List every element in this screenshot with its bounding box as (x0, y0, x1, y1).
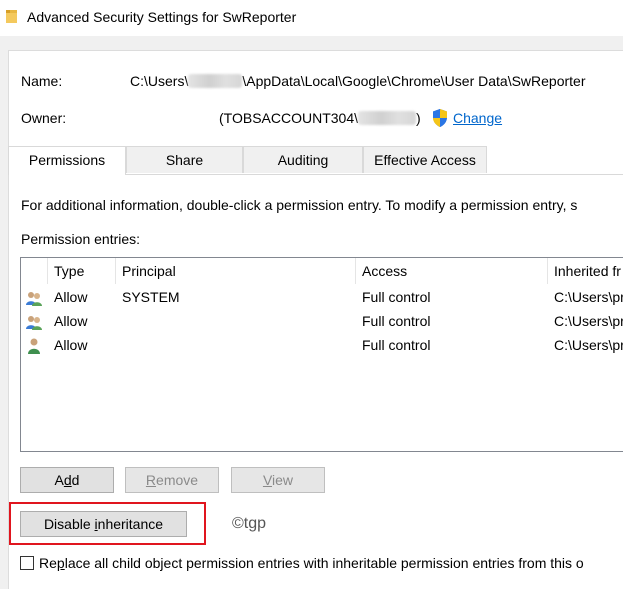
tab-auditing[interactable]: Auditing (243, 146, 363, 173)
remove-label-post: emove (156, 472, 199, 488)
name-value: C:\Users\ \AppData\Local\Google\Chrome\Us… (130, 73, 586, 89)
view-access-key: V (262, 472, 273, 488)
group-users-icon (26, 292, 42, 306)
window-title: Advanced Security Settings for SwReporte… (27, 9, 297, 25)
view-label-post: iew (272, 472, 294, 488)
column-header-access[interactable]: Access (356, 258, 548, 284)
info-text: For additional information, double-click… (21, 197, 578, 213)
replace-label-pre: Re (39, 555, 57, 571)
replace-child-permissions-label[interactable]: Replace all child object permission entr… (39, 555, 584, 571)
column-header-type[interactable]: Type (48, 258, 116, 284)
disable-inheritance-button[interactable]: Disable inheritance (20, 511, 187, 537)
entry-access: Full control (362, 289, 431, 305)
column-header-principal[interactable]: Principal (116, 258, 356, 284)
folder-icon (6, 10, 17, 23)
owner-value-prefix: (TOBSACCOUNT304\ (219, 110, 358, 126)
tab-permissions[interactable]: Permissions (8, 146, 126, 175)
name-path-prefix: C:\Users\ (130, 73, 189, 89)
change-owner-link[interactable]: Change (453, 110, 502, 126)
uac-shield-icon (433, 109, 447, 127)
owner-label: Owner: (21, 110, 67, 126)
name-label: Name: (21, 73, 63, 89)
group-users-icon (26, 316, 42, 330)
column-header-inherited-from[interactable]: Inherited fr (548, 258, 623, 284)
view-button[interactable]: View (231, 467, 325, 493)
tab-share[interactable]: Share (126, 146, 243, 173)
entry-type: Allow (54, 337, 88, 353)
entry-type: Allow (54, 289, 88, 305)
permission-entries-label: Permission entries: (21, 231, 141, 247)
single-user-icon (28, 338, 40, 354)
disable-label-pre: Disable (43, 516, 95, 532)
owner-value: (TOBSACCOUNT304\) (219, 110, 421, 126)
replace-child-permissions-checkbox[interactable] (20, 556, 34, 570)
add-label-post: d (71, 472, 80, 488)
table-row[interactable]: Allow Full control C:\Users\pr (21, 334, 623, 358)
remove-access-key: R (145, 472, 157, 488)
table-row[interactable]: Allow Full control C:\Users\pr (21, 310, 623, 334)
entry-inherited: C:\Users\pr (554, 337, 623, 353)
remove-button[interactable]: Remove (125, 467, 219, 493)
watermark: ©tgp (232, 515, 267, 532)
redacted-owner (358, 111, 416, 125)
add-label-pre: A (54, 472, 64, 488)
owner-value-suffix: ) (416, 110, 421, 126)
add-button[interactable]: Add (20, 467, 114, 493)
redacted-username (188, 74, 243, 88)
replace-access-key: p (56, 555, 65, 571)
entry-principal: SYSTEM (122, 289, 180, 305)
name-path-suffix: \AppData\Local\Google\Chrome\User Data\S… (242, 73, 586, 89)
column-header-icon (21, 258, 48, 284)
entry-inherited: C:\Users\pr (554, 289, 623, 305)
add-access-key: d (63, 472, 72, 488)
entry-access: Full control (362, 313, 431, 329)
entry-access: Full control (362, 337, 431, 353)
permission-entries-list[interactable]: Type Principal Access Inherited fr Allow… (20, 257, 623, 452)
tab-effective-access[interactable]: Effective Access (363, 146, 487, 173)
replace-label-post: lace all child object permission entries… (64, 555, 584, 571)
title-bar: Advanced Security Settings for SwReporte… (0, 0, 623, 36)
entry-inherited: C:\Users\pr (554, 313, 623, 329)
disable-label-post: nheritance (97, 516, 164, 532)
table-row[interactable]: Allow SYSTEM Full control C:\Users\pr (21, 286, 623, 310)
entry-type: Allow (54, 313, 88, 329)
